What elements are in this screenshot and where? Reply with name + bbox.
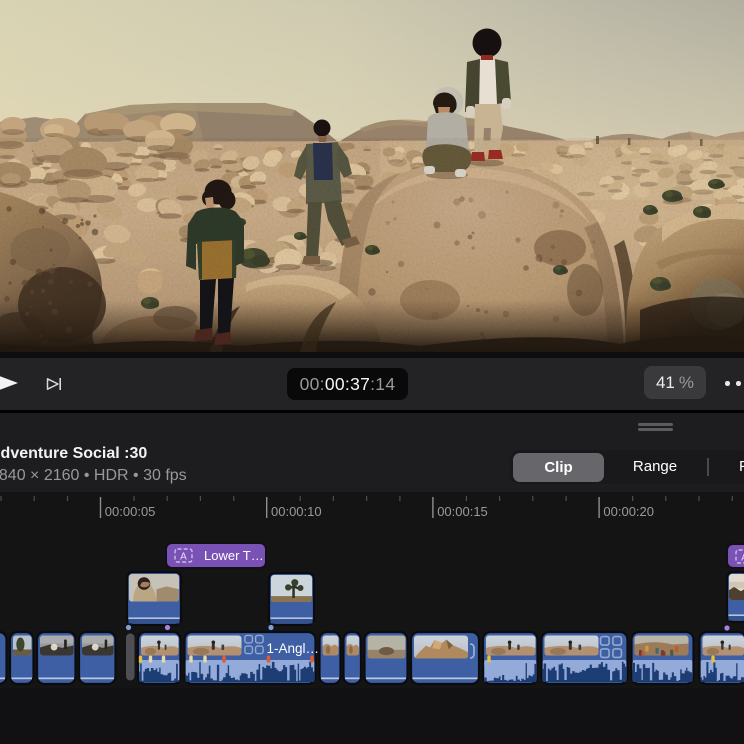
svg-text:A: A (180, 552, 187, 563)
svg-text:00:00:05: 00:00:05 (105, 504, 156, 519)
svg-text:00:00:15: 00:00:15 (437, 504, 488, 519)
svg-text:00:00:10: 00:00:10 (271, 504, 322, 519)
svg-text:1-Angl…: 1-Angl… (267, 641, 320, 656)
svg-text:Lower T…: Lower T… (204, 548, 264, 563)
svg-text:00:00:20: 00:00:20 (603, 504, 654, 519)
